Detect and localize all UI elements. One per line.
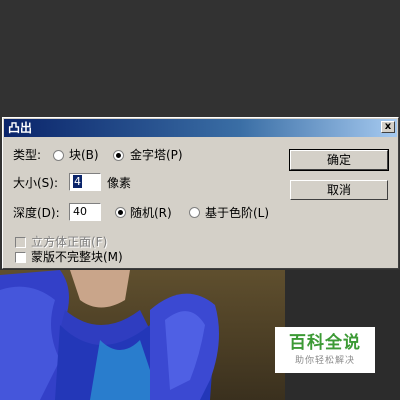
photo-figure <box>0 270 219 400</box>
depth-level-based-label[interactable]: 基于色阶(L) <box>205 205 269 221</box>
type-blocks-label[interactable]: 块(B) <box>69 147 99 163</box>
depth-level-based-radio[interactable] <box>189 207 200 218</box>
type-blocks-radio[interactable] <box>53 150 64 161</box>
size-label: 大小(S): <box>13 176 59 190</box>
type-pyramids-label[interactable]: 金字塔(P) <box>130 147 183 163</box>
dialog-title: 凸出 <box>8 121 33 135</box>
watermark-subtitle: 助你轻松解决 <box>294 356 355 366</box>
close-button[interactable]: x <box>381 121 395 133</box>
type-pyramids-radio[interactable] <box>113 150 124 161</box>
type-label: 类型: <box>13 148 42 162</box>
ok-button[interactable]: 确定 <box>289 149 389 171</box>
solid-front-faces-label: 立方体正面(F) <box>31 235 108 249</box>
size-input[interactable]: 4 <box>69 173 101 191</box>
dialog-titlebar[interactable]: 凸出 x <box>4 119 397 137</box>
depth-input[interactable]: 40 <box>69 203 101 221</box>
mask-incomplete-checkbox[interactable] <box>15 252 26 263</box>
depth-random-radio[interactable] <box>115 207 126 218</box>
watermark: 百科全说 助你轻松解决 <box>275 327 375 373</box>
workspace-background <box>0 0 400 116</box>
size-unit: 像素 <box>107 176 132 190</box>
depth-random-label[interactable]: 随机(R) <box>130 205 172 221</box>
solid-front-faces-checkbox[interactable] <box>15 237 26 248</box>
mask-incomplete-label[interactable]: 蒙版不完整块(M) <box>31 249 123 265</box>
cancel-button[interactable]: 取消 <box>290 180 388 200</box>
watermark-title: 百科全说 <box>289 333 361 353</box>
extrude-dialog: 凸出 x 类型: 块(B) 金字塔(P) 大小(S): 4 像素 深度(D): … <box>2 117 399 269</box>
size-value: 4 <box>73 175 82 188</box>
depth-label: 深度(D): <box>13 206 60 220</box>
canvas-image <box>0 270 285 400</box>
